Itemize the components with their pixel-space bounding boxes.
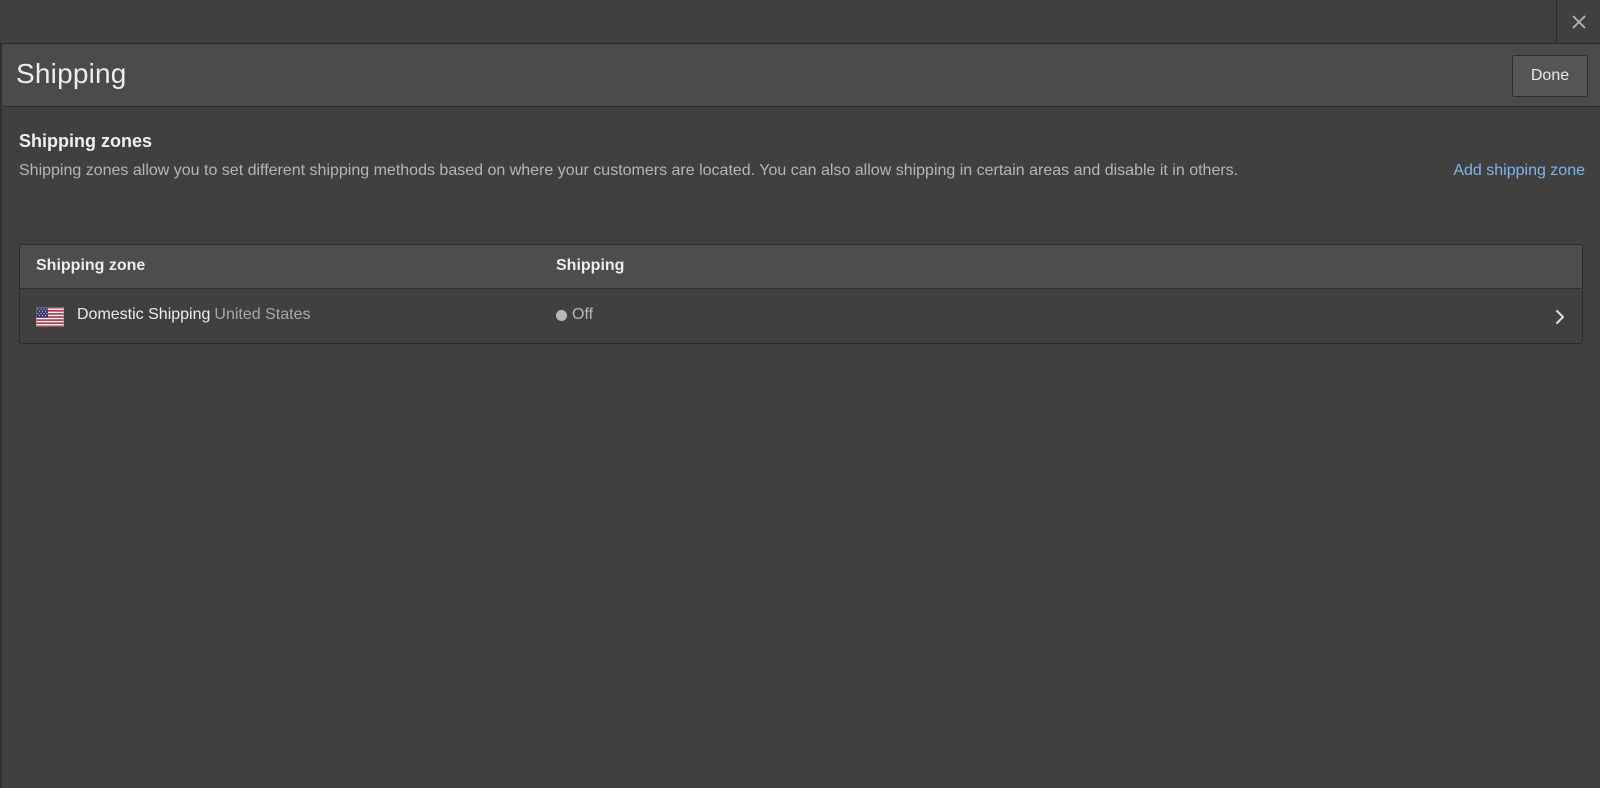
close-button[interactable] <box>1556 0 1600 43</box>
table-row[interactable]: Domestic Shipping United States Off <box>20 289 1582 343</box>
top-bar <box>0 0 1600 44</box>
us-flag-icon <box>36 307 64 327</box>
table-header: Shipping zone Shipping <box>20 245 1582 289</box>
page-title: Shipping <box>16 58 127 89</box>
panel-header: Shipping Done <box>2 44 1600 107</box>
zone-region: United States <box>214 306 311 323</box>
add-shipping-zone-link[interactable]: Add shipping zone <box>1453 162 1585 180</box>
status-label: Off <box>572 306 594 323</box>
shipping-status: Off <box>556 306 593 324</box>
zone-name-cell: Domestic Shipping United States <box>77 306 310 324</box>
status-dot-icon <box>556 309 567 321</box>
shipping-panel: Shipping Done Shipping zones Shipping zo… <box>2 44 1600 788</box>
close-icon <box>1571 14 1586 29</box>
zone-name: Domestic Shipping <box>77 306 211 323</box>
done-button[interactable]: Done <box>1512 55 1588 97</box>
section-title: Shipping zones <box>19 131 152 151</box>
column-header-shipping: Shipping <box>556 257 625 274</box>
column-header-shipping-zone: Shipping zone <box>36 257 146 274</box>
shipping-zones-table: Shipping zone Shipping Domestic Shipping… <box>19 244 1583 344</box>
section-description: Shipping zones allow you to set differen… <box>19 162 1239 179</box>
chevron-right-icon[interactable] <box>1553 308 1567 326</box>
